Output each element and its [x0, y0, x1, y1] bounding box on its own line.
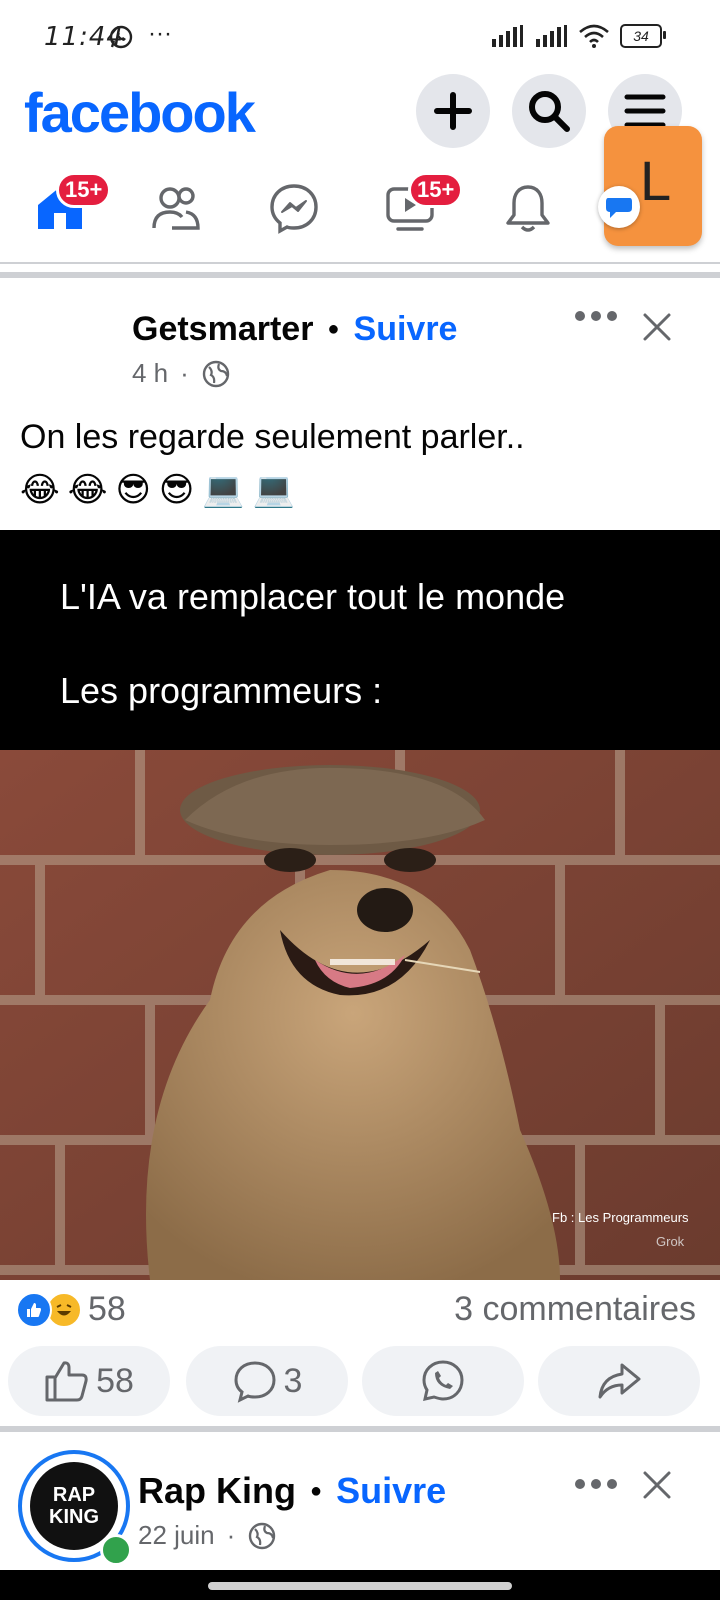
- signal-icon: [492, 25, 523, 47]
- meme-photo[interactable]: Fb : Les Programmeurs Grok: [0, 750, 720, 1280]
- globe-icon: [202, 360, 230, 387]
- signal-icon-2: [536, 25, 567, 47]
- emoji-laptop: 💻: [202, 471, 245, 509]
- online-status-dot: [100, 1534, 132, 1566]
- post2-meta: 22 juin ·: [138, 1520, 277, 1551]
- post1-emoji-row: 😂 😂 😎 😎 💻 💻: [20, 470, 295, 510]
- home-badge: 15+: [56, 172, 112, 208]
- chat-bubble-head[interactable]: [598, 186, 640, 228]
- nav-friends[interactable]: [146, 180, 206, 236]
- post1-header: Getsmarter ● Suivre: [132, 310, 457, 349]
- emoji-laugh: 😂: [20, 471, 60, 509]
- post2-more-button[interactable]: [574, 1476, 618, 1497]
- meme-line-2: Les programmeurs :: [60, 670, 383, 711]
- meerkat-illustration: Fb : Les Programmeurs Grok: [0, 750, 720, 1280]
- post2-author[interactable]: Rap King: [138, 1470, 296, 1512]
- create-button[interactable]: [416, 74, 490, 148]
- post1-close-button[interactable]: [642, 312, 672, 347]
- comment-button[interactable]: 3: [186, 1346, 348, 1416]
- status-right: 34: [490, 24, 666, 48]
- more-dots-icon: [575, 1479, 617, 1489]
- post1-time: 4 h: [132, 358, 169, 388]
- home-gesture-bar[interactable]: [208, 1582, 512, 1590]
- plus-icon: [434, 92, 472, 130]
- bell-icon: [506, 185, 550, 232]
- post1-follow-button[interactable]: Suivre: [354, 310, 458, 349]
- friends-icon: [152, 187, 200, 230]
- feed-separator: [0, 272, 720, 278]
- video-badge: 15+: [408, 172, 464, 208]
- emoji-sunglasses: 😎: [158, 471, 195, 509]
- meta-dot: ·: [180, 358, 189, 388]
- post1-more-button[interactable]: [574, 308, 618, 329]
- search-button[interactable]: [512, 74, 586, 148]
- close-icon: [643, 313, 671, 341]
- globe-icon: [249, 1522, 276, 1549]
- whatsapp-icon: [422, 1360, 464, 1401]
- wifi-icon: [579, 24, 609, 48]
- post1-author[interactable]: Getsmarter: [132, 310, 313, 349]
- like-reaction-icon: [16, 1292, 52, 1328]
- meme-text-panel: L'IA va remplacer tout le monde Les prog…: [0, 530, 720, 750]
- meta-dot: ·: [226, 1520, 236, 1550]
- thumbs-up-icon: [45, 1361, 88, 1402]
- battery-icon: 34: [620, 24, 666, 48]
- meme-watermark: Fb : Les Programmeurs: [552, 1210, 689, 1225]
- emoji-laptop: 💻: [252, 471, 296, 509]
- post2-header: Rap King ● Suivre: [138, 1470, 446, 1512]
- separator-dot: ●: [327, 318, 340, 340]
- separator-dot: ●: [310, 1479, 323, 1502]
- meme-line-1: L'IA va remplacer tout le monde: [60, 576, 566, 617]
- comments-count[interactable]: 3 commentaires: [454, 1290, 696, 1329]
- header-divider: [0, 262, 720, 264]
- like-count: 58: [96, 1361, 134, 1400]
- share-arrow-icon: [598, 1363, 641, 1399]
- search-icon: [529, 91, 570, 132]
- comment-icon: [234, 1361, 276, 1403]
- emoji-sunglasses: 😎: [115, 471, 151, 509]
- post-separator: [0, 1426, 720, 1432]
- emoji-laugh: 😂: [67, 471, 108, 509]
- more-dots-icon: [575, 311, 617, 321]
- grok-watermark: Grok: [656, 1234, 685, 1249]
- close-icon: [643, 1471, 671, 1499]
- reaction-count[interactable]: 58: [88, 1290, 126, 1329]
- nav-messenger[interactable]: [264, 180, 324, 236]
- chat-bubble-icon: [606, 198, 632, 218]
- status-more-icon: ···: [148, 20, 172, 47]
- messenger-icon: [270, 184, 318, 234]
- share-button[interactable]: [538, 1346, 700, 1416]
- post2-close-button[interactable]: [642, 1470, 672, 1505]
- avatar-letter: L: [640, 149, 672, 212]
- post1-meta: 4 h ·: [132, 358, 231, 389]
- like-button[interactable]: 58: [8, 1346, 170, 1416]
- post2-follow-button[interactable]: Suivre: [336, 1470, 446, 1512]
- whatsapp-notification-icon: [108, 24, 134, 55]
- post1-caption: On les regarde seulement parler..: [20, 418, 525, 456]
- facebook-logo[interactable]: facebook: [24, 80, 256, 145]
- nav-notifications[interactable]: [498, 180, 558, 236]
- post2-time: 22 juin: [138, 1520, 215, 1550]
- whatsapp-share-button[interactable]: [362, 1346, 524, 1416]
- comment-count: 3: [283, 1361, 303, 1400]
- hamburger-icon: [624, 94, 666, 128]
